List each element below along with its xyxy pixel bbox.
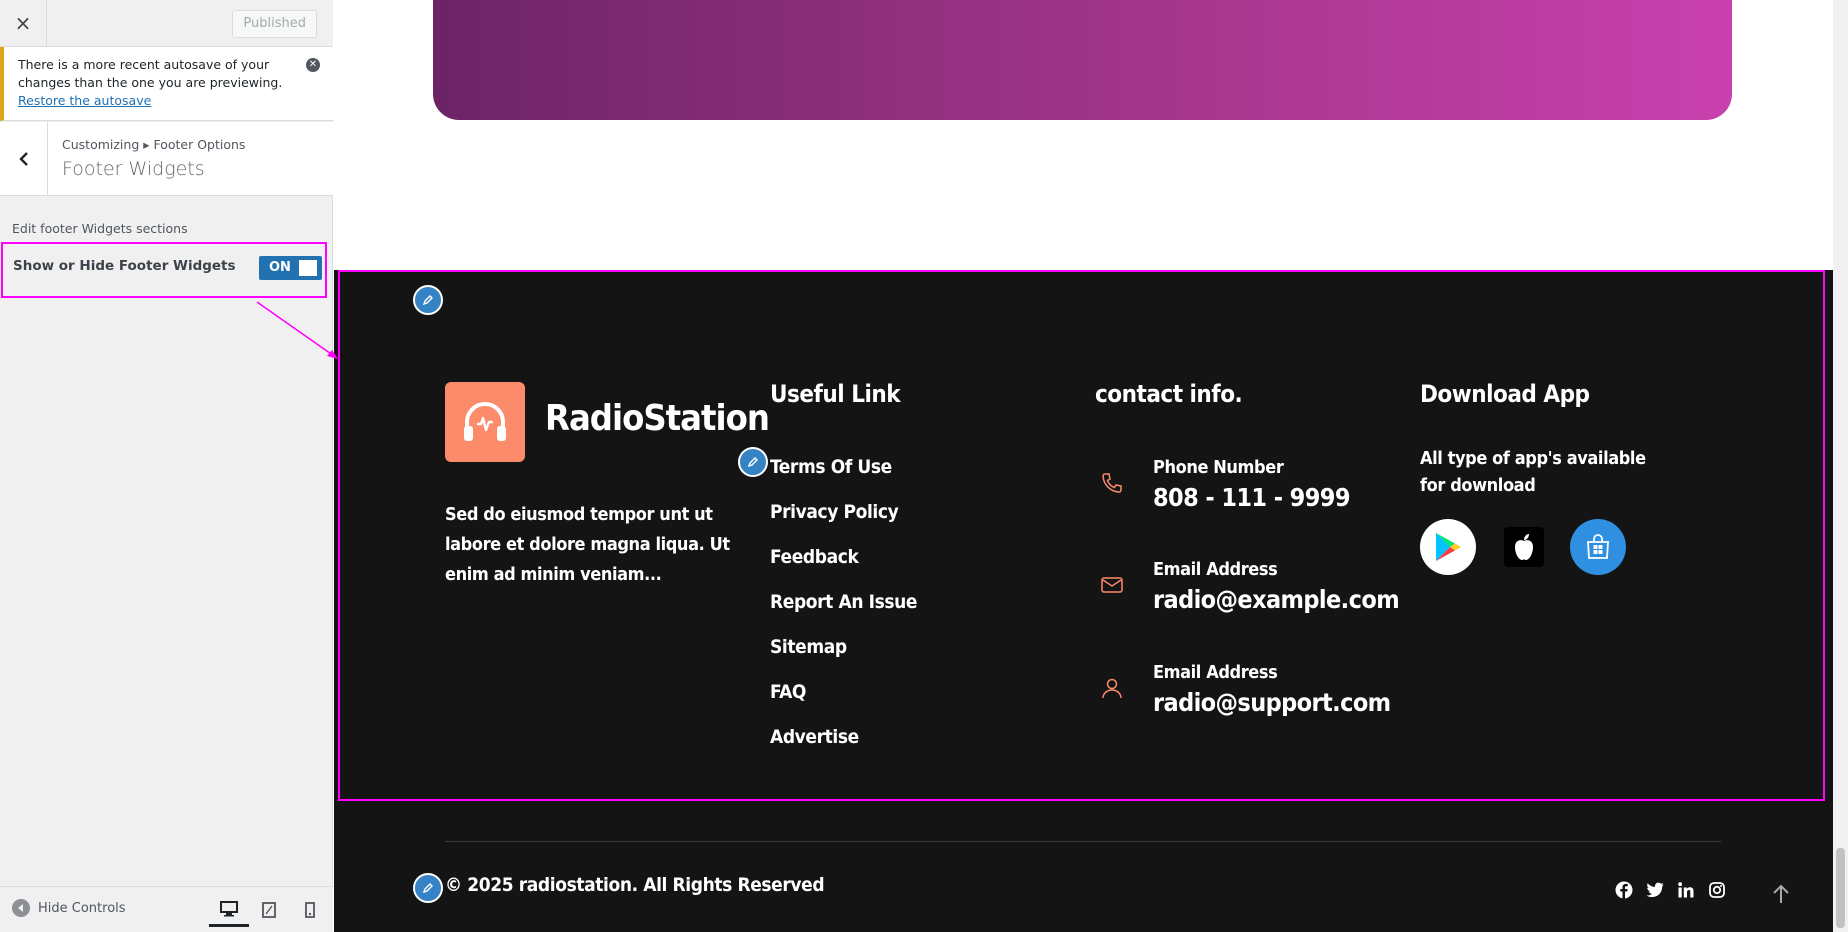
autosave-notice: There is a more recent autosave of your …	[0, 47, 333, 121]
contact-value[interactable]: radio@support.com	[1153, 688, 1391, 717]
autosave-notice-text: There is a more recent autosave of your …	[18, 57, 283, 90]
site-footer: RadioStation Sed do eiusmod tempor unt u…	[334, 270, 1833, 932]
back-button[interactable]	[0, 122, 48, 195]
contact-label: Email Address	[1153, 662, 1278, 683]
footer-link-report[interactable]: Report An Issue	[770, 591, 918, 636]
copyright-text: © 2025 radiostation. All Rights Reserved	[445, 874, 825, 896]
contact-label: Phone Number	[1153, 457, 1284, 478]
preview-desktop-button[interactable]	[209, 893, 249, 927]
contact-value[interactable]: radio@example.com	[1153, 585, 1400, 614]
preview-scrollbar[interactable]	[1833, 0, 1848, 932]
facebook-link[interactable]	[1615, 881, 1633, 899]
footer-link-terms[interactable]: Terms Of Use	[770, 456, 917, 501]
footer-widgets-toggle[interactable]: ON	[259, 256, 322, 280]
apple-icon	[1515, 534, 1533, 560]
close-icon: ×	[14, 11, 32, 35]
pencil-icon	[747, 457, 758, 468]
phone-icon	[1102, 473, 1122, 493]
contact-label: Email Address	[1153, 559, 1278, 580]
footer-link-sitemap[interactable]: Sitemap	[770, 636, 917, 681]
microsoft-store-icon	[1587, 534, 1609, 559]
toggle-knob	[299, 260, 317, 276]
microsoft-store-button[interactable]	[1570, 519, 1626, 575]
restore-autosave-link[interactable]: Restore the autosave	[18, 93, 151, 108]
hide-controls-label: Hide Controls	[38, 900, 126, 916]
scroll-to-top-button[interactable]	[1769, 882, 1793, 906]
scrollbar-thumb[interactable]	[1836, 848, 1845, 928]
instagram-icon	[1709, 882, 1725, 898]
edit-copyright-shortcut[interactable]	[413, 873, 443, 903]
preview-mobile-button[interactable]	[290, 893, 330, 927]
google-play-icon	[1436, 533, 1461, 561]
toggle-state-label: ON	[269, 260, 291, 275]
hide-controls-button[interactable]: Hide Controls	[12, 899, 126, 917]
published-button[interactable]: Published	[232, 10, 317, 38]
about-text: Sed do eiusmod tempor unt ut labore et d…	[445, 504, 730, 585]
tablet-icon	[262, 902, 276, 918]
linkedin-icon	[1678, 882, 1694, 898]
mobile-icon	[305, 902, 315, 918]
hero-banner	[433, 0, 1732, 120]
footer-link-feedback[interactable]: Feedback	[770, 546, 917, 591]
dismiss-notice-icon[interactable]: ✕	[306, 58, 320, 72]
footer-link-faq[interactable]: FAQ	[770, 681, 917, 726]
arrow-up-icon	[1773, 884, 1789, 903]
contact-value[interactable]: 808 - 111 - 9999	[1153, 483, 1350, 512]
footer-divider	[445, 841, 1721, 842]
section-description: Edit footer Widgets sections	[12, 221, 188, 236]
section-title: Footer Widgets	[62, 158, 205, 180]
section-header: Customizing ▸ Footer Options Footer Widg…	[0, 122, 333, 196]
useful-links-list: Terms Of Use Privacy Policy Feedback Rep…	[770, 456, 918, 771]
google-play-button[interactable]	[1420, 519, 1476, 575]
footer-link-privacy[interactable]: Privacy Policy	[770, 501, 917, 546]
mail-icon	[1101, 577, 1123, 593]
app-store-button[interactable]	[1504, 527, 1544, 567]
instagram-link[interactable]	[1708, 881, 1726, 899]
twitter-icon	[1646, 882, 1664, 898]
user-icon	[1102, 678, 1122, 699]
chevron-left-icon	[18, 151, 28, 166]
desktop-icon	[220, 900, 238, 916]
preview-tablet-button[interactable]	[249, 893, 289, 927]
site-logo[interactable]	[445, 382, 525, 462]
footer-link-advertise[interactable]: Advertise	[770, 726, 917, 771]
collapse-icon	[12, 899, 30, 917]
customizer-header: × Published	[0, 0, 333, 47]
control-label: Show or Hide Footer Widgets	[13, 258, 236, 274]
linkedin-link[interactable]	[1677, 881, 1695, 899]
download-app-title: Download App	[1420, 380, 1590, 408]
headphones-icon	[464, 402, 506, 441]
edit-footer-shortcut[interactable]	[413, 285, 443, 315]
facebook-icon	[1615, 881, 1633, 899]
footer-widgets-control: Show or Hide Footer Widgets ON	[1, 242, 327, 298]
twitter-link[interactable]	[1646, 881, 1664, 899]
customizer-footer: Hide Controls	[0, 886, 333, 932]
close-customizer-button[interactable]: ×	[0, 0, 47, 46]
site-title[interactable]: RadioStation	[545, 398, 770, 439]
pencil-icon	[422, 883, 433, 894]
customizer-sidebar: × Published There is a more recent autos…	[0, 0, 333, 932]
useful-links-title: Useful Link	[770, 380, 901, 408]
breadcrumb: Customizing ▸ Footer Options	[62, 137, 246, 152]
site-preview: RadioStation Sed do eiusmod tempor unt u…	[334, 0, 1848, 932]
pencil-icon	[422, 295, 433, 306]
download-app-text: All type of app's available for download	[1420, 448, 1646, 496]
customizer-screen: × Published There is a more recent autos…	[0, 0, 1848, 932]
edit-widget-shortcut[interactable]	[738, 447, 768, 477]
contact-title: contact info.	[1095, 380, 1243, 408]
